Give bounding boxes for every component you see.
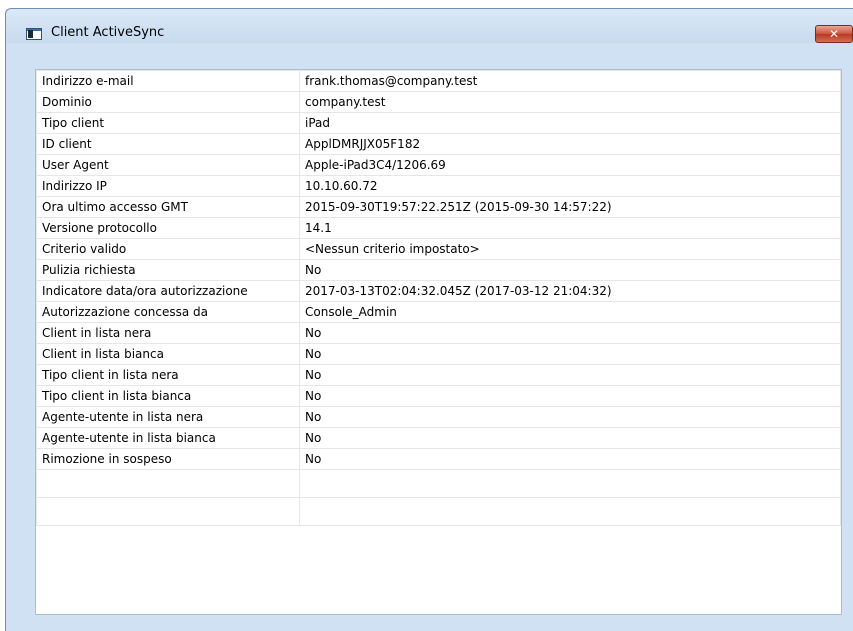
property-label: Autorizzazione concessa da <box>36 301 300 323</box>
property-label: User Agent <box>36 154 300 176</box>
property-row[interactable]: Client in lista nera No <box>36 322 841 344</box>
property-label: Indirizzo e-mail <box>36 70 300 92</box>
property-value: 14.1 <box>299 217 841 239</box>
property-value: iPad <box>299 112 841 134</box>
empty-cell <box>299 469 841 498</box>
property-value: frank.thomas@company.test <box>299 70 841 92</box>
property-label: Versione protocollo <box>36 217 300 239</box>
property-row[interactable]: Client in lista bianca No <box>36 343 841 365</box>
property-label: Indicatore data/ora autorizzazione <box>36 280 300 302</box>
property-value: company.test <box>299 91 841 113</box>
property-row[interactable]: Pulizia richiesta No <box>36 259 841 281</box>
property-value: 2017-03-13T02:04:32.045Z (2017-03-12 21:… <box>299 280 841 302</box>
window-title: Client ActiveSync <box>51 25 165 40</box>
property-value: No <box>299 385 841 407</box>
property-value: No <box>299 427 841 449</box>
property-label: Tipo client in lista nera <box>36 364 300 386</box>
property-value: <Nessun criterio impostato> <box>299 238 841 260</box>
property-row[interactable]: Tipo client iPad <box>36 112 841 134</box>
close-button[interactable]: ✕ <box>815 25 853 43</box>
property-value: Console_Admin <box>299 301 841 323</box>
property-label: Criterio valido <box>36 238 300 260</box>
property-label: Pulizia richiesta <box>36 259 300 281</box>
property-row[interactable]: Indirizzo e-mail frank.thomas@company.tes… <box>36 70 841 92</box>
properties-table-body: Indirizzo e-mail frank.thomas@company.tes… <box>36 70 841 526</box>
property-value: No <box>299 406 841 428</box>
property-row[interactable]: Ora ultimo accesso GMT 2015-09-30T19:57:2… <box>36 196 841 218</box>
property-row[interactable]: Versione protocollo 14.1 <box>36 217 841 239</box>
empty-cell <box>36 497 300 526</box>
properties-table: Indirizzo e-mail frank.thomas@company.tes… <box>36 70 841 526</box>
property-row[interactable]: Rimozione in sospeso No <box>36 448 841 470</box>
property-label: Client in lista nera <box>36 322 300 344</box>
property-label: Dominio <box>36 91 300 113</box>
property-row[interactable]: Dominio company.test <box>36 91 841 113</box>
property-row[interactable]: Tipo client in lista nera No <box>36 364 841 386</box>
property-row[interactable]: User Agent Apple-iPad3C4/1206.69 <box>36 154 841 176</box>
property-label: Rimozione in sospeso <box>36 448 300 470</box>
property-row[interactable]: Criterio valido <Nessun criterio impostat… <box>36 238 841 260</box>
empty-cell <box>299 497 841 526</box>
property-value: ApplDMRJJX05F182 <box>299 133 841 155</box>
property-value: No <box>299 364 841 386</box>
window-app-icon <box>26 28 42 40</box>
property-value: Apple-iPad3C4/1206.69 <box>299 154 841 176</box>
dialog-window: Client ActiveSync ✕ Indirizzo e-mail fran… <box>5 8 853 631</box>
property-label: Ora ultimo accesso GMT <box>36 196 300 218</box>
property-row[interactable]: Indirizzo IP 10.10.60.72 <box>36 175 841 197</box>
property-value: 10.10.60.72 <box>299 175 841 197</box>
property-label: Agente-utente in lista nera <box>36 406 300 428</box>
property-row[interactable]: Agente-utente in lista bianca No <box>36 427 841 449</box>
property-label: Indirizzo IP <box>36 175 300 197</box>
property-label: Tipo client <box>36 112 300 134</box>
empty-row <box>36 469 841 498</box>
property-value: No <box>299 259 841 281</box>
empty-row <box>36 497 841 526</box>
property-value: No <box>299 322 841 344</box>
property-row[interactable]: ID client ApplDMRJJX05F182 <box>36 133 841 155</box>
property-label: ID client <box>36 133 300 155</box>
title-bar[interactable]: Client ActiveSync ✕ <box>6 9 853 43</box>
property-row[interactable]: Autorizzazione concessa da Console_Admin <box>36 301 841 323</box>
properties-list: Indirizzo e-mail frank.thomas@company.tes… <box>35 69 842 615</box>
property-label: Client in lista bianca <box>36 343 300 365</box>
property-row[interactable]: Agente-utente in lista nera No <box>36 406 841 428</box>
property-label: Tipo client in lista bianca <box>36 385 300 407</box>
property-value: No <box>299 343 841 365</box>
property-row[interactable]: Tipo client in lista bianca No <box>36 385 841 407</box>
property-value: 2015-09-30T19:57:22.251Z (2015-09-30 14:… <box>299 196 841 218</box>
property-label: Agente-utente in lista bianca <box>36 427 300 449</box>
property-row[interactable]: Indicatore data/ora autorizzazione 2017-0… <box>36 280 841 302</box>
empty-cell <box>36 469 300 498</box>
property-value: No <box>299 448 841 470</box>
